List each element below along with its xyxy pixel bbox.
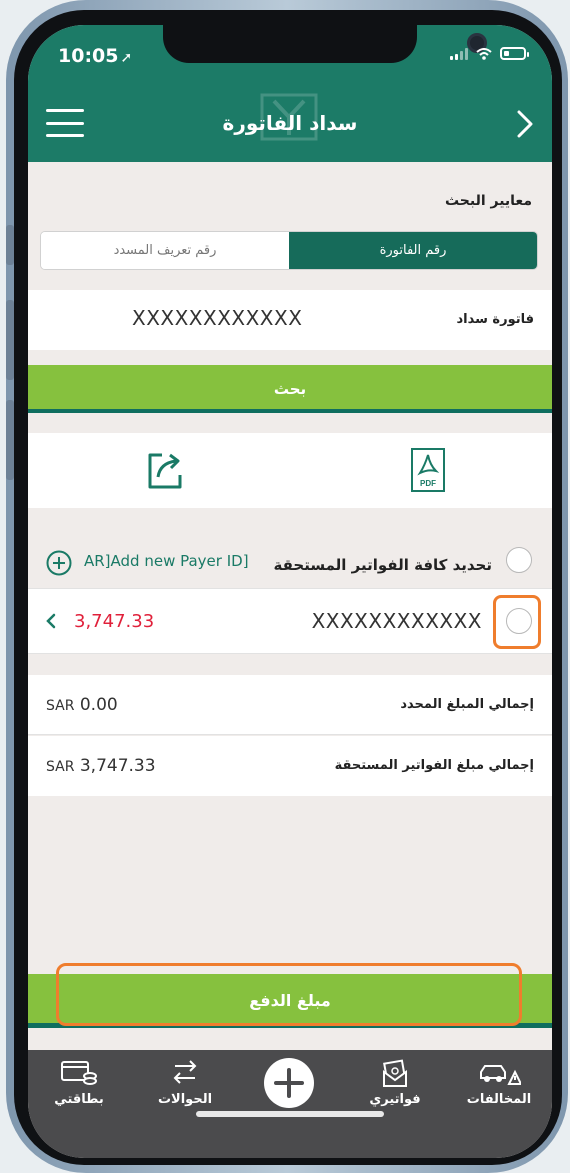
tab-my-card[interactable]: بطاقتي — [34, 1058, 124, 1107]
car-warning-icon — [480, 1065, 521, 1085]
status-time: 10:05 ➚ — [58, 45, 133, 67]
battery-icon — [500, 47, 529, 60]
chevron-left-icon[interactable] — [46, 613, 56, 629]
total-selected-label: إجمالي المبلغ المحدد — [400, 697, 534, 712]
plus-button[interactable] — [264, 1058, 314, 1108]
status-icons — [450, 47, 529, 60]
highlight-box-radio — [493, 595, 541, 649]
invoice-number-row: XXXXXXXXXXXX فاتورة سداد — [28, 290, 552, 350]
mute-switch — [6, 225, 14, 265]
invoice-number-label: فاتورة سداد — [456, 312, 534, 327]
search-criteria-label: معايير البحث — [444, 193, 532, 209]
total-due-row: SAR 3,747.33 إجمالي مبلغ الفواتير المستح… — [28, 736, 552, 796]
signal-icon — [450, 47, 468, 60]
bottom-tab-bar: بطاقتي الحوالات فواتيري المخالفات — [28, 1050, 552, 1158]
tab-label: فواتيري — [369, 1092, 421, 1107]
app-header: 10:05 ➚ سداد الفاتورة — [28, 25, 552, 162]
home-indicator — [196, 1111, 384, 1117]
select-all-label: تحديد كافة الفواتير المستحقة — [273, 556, 492, 574]
tab-violations[interactable]: المخالفات — [454, 1058, 544, 1107]
bill-list-item[interactable]: 3,747.33 XXXXXXXXXXXX — [28, 588, 552, 654]
select-all-radio[interactable] — [506, 547, 532, 573]
tab-invoice-number[interactable]: رقم الفاتورة — [289, 232, 537, 269]
total-due-value: SAR 3,747.33 — [46, 756, 156, 776]
wallet-icon — [61, 1061, 97, 1085]
tab-label: الحوالات — [157, 1092, 213, 1107]
search-button[interactable]: بحث — [28, 365, 552, 413]
plus-icon — [274, 1068, 304, 1098]
tab-payer-id[interactable]: رقم تعريف المسدد — [41, 232, 289, 269]
tab-label: المخالفات — [466, 1092, 532, 1107]
chevron-right-icon[interactable] — [516, 109, 534, 139]
bill-number: XXXXXXXXXXXX — [311, 609, 482, 633]
highlight-box-pay — [56, 963, 522, 1026]
bills-icon — [383, 1059, 407, 1087]
total-selected-value: SAR 0.00 — [46, 695, 118, 715]
export-actions-row: PDF — [28, 433, 552, 508]
app-screen: 10:05 ➚ سداد الفاتورة معايير البحث رقم ت… — [28, 25, 552, 1158]
volume-up-button — [6, 300, 14, 380]
wifi-icon — [476, 47, 492, 60]
tab-label: بطاقتي — [54, 1092, 104, 1107]
transfer-icon — [173, 1060, 197, 1084]
invoice-number-field[interactable]: XXXXXXXXXXXX — [132, 306, 302, 330]
add-payer-id-link[interactable]: AR]Add new Payer ID] — [84, 552, 249, 570]
share-icon[interactable] — [146, 451, 186, 491]
search-type-segmented-control: رقم تعريف المسدد رقم الفاتورة — [40, 231, 538, 270]
tab-transfers[interactable]: الحوالات — [140, 1058, 230, 1107]
page-title: سداد الفاتورة — [222, 111, 358, 135]
pdf-icon[interactable]: PDF — [410, 447, 446, 493]
select-all-row: AR]Add new Payer ID] تحديد كافة الفواتير… — [28, 530, 552, 588]
pdf-icon-text: PDF — [420, 479, 436, 488]
bill-amount: 3,747.33 — [74, 611, 155, 632]
total-selected-row: SAR 0.00 إجمالي المبلغ المحدد — [28, 675, 552, 735]
volume-down-button — [6, 400, 14, 480]
phone-notch — [163, 25, 487, 63]
add-circle-icon[interactable] — [46, 550, 72, 576]
tab-my-bills[interactable]: فواتيري — [350, 1058, 440, 1107]
total-due-label: إجمالي مبلغ الفواتير المستحقة — [334, 758, 534, 773]
location-arrow-icon: ➚ — [120, 50, 133, 66]
